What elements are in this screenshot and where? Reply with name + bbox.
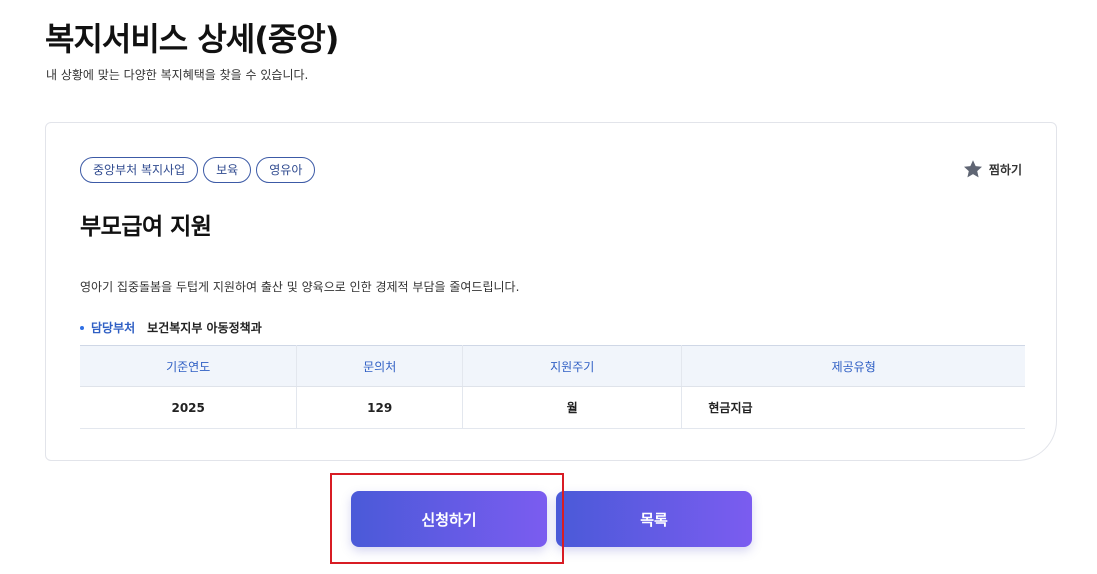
header-support-cycle: 지원주기: [462, 345, 683, 387]
info-table: 기준연도 문의처 지원주기 제공유형 2025 129 월 현금지급: [80, 345, 1025, 429]
service-detail-card: 중앙부처 복지사업 보육 영유아 찜하기 부모급여 지원 영아기 집중돌봄을 두…: [45, 122, 1057, 461]
service-description: 영아기 집중돌봄을 두텁게 지원하여 출산 및 양육으로 인한 경제적 부담을 …: [80, 280, 520, 294]
bullet-icon: [80, 325, 84, 330]
table-row: 2025 129 월 현금지급: [80, 386, 1025, 429]
cell-base-year: 2025: [80, 386, 298, 429]
department-value: 보건복지부 아동정책과: [147, 321, 262, 335]
cell-provision-type: 현금지급: [681, 386, 1025, 429]
tag-category: 중앙부처 복지사업: [80, 157, 199, 183]
favorite-button[interactable]: 찜하기: [962, 158, 1022, 180]
header-contact: 문의처: [296, 345, 464, 387]
header-base-year: 기준연도: [80, 345, 298, 387]
tag-childcare: 보육: [203, 157, 252, 183]
tag-infant: 영유아: [256, 157, 316, 183]
page: 복지서비스 상세(중앙) 내 상황에 맞는 다양한 복지혜택을 찾을 수 있습니…: [0, 0, 1097, 574]
cell-support-cycle: 월: [462, 386, 683, 429]
list-button[interactable]: 목록: [556, 491, 752, 547]
department-row: 담당부처 보건복지부 아동정책과: [80, 319, 262, 336]
apply-button[interactable]: 신청하기: [351, 491, 547, 547]
service-title: 부모급여 지원: [80, 214, 212, 240]
department-label: 담당부처: [91, 321, 136, 335]
star-icon: [963, 160, 982, 178]
header-provision-type: 제공유형: [681, 345, 1025, 387]
favorite-label: 찜하기: [988, 162, 1022, 177]
cell-contact: 129: [296, 386, 464, 429]
page-subtitle: 내 상황에 맞는 다양한 복지혜택을 찾을 수 있습니다.: [46, 68, 309, 82]
page-title: 복지서비스 상세(중앙): [45, 20, 339, 58]
table-header-row: 기준연도 문의처 지원주기 제공유형: [80, 345, 1025, 387]
tag-list: 중앙부처 복지사업 보육 영유아: [80, 157, 316, 183]
